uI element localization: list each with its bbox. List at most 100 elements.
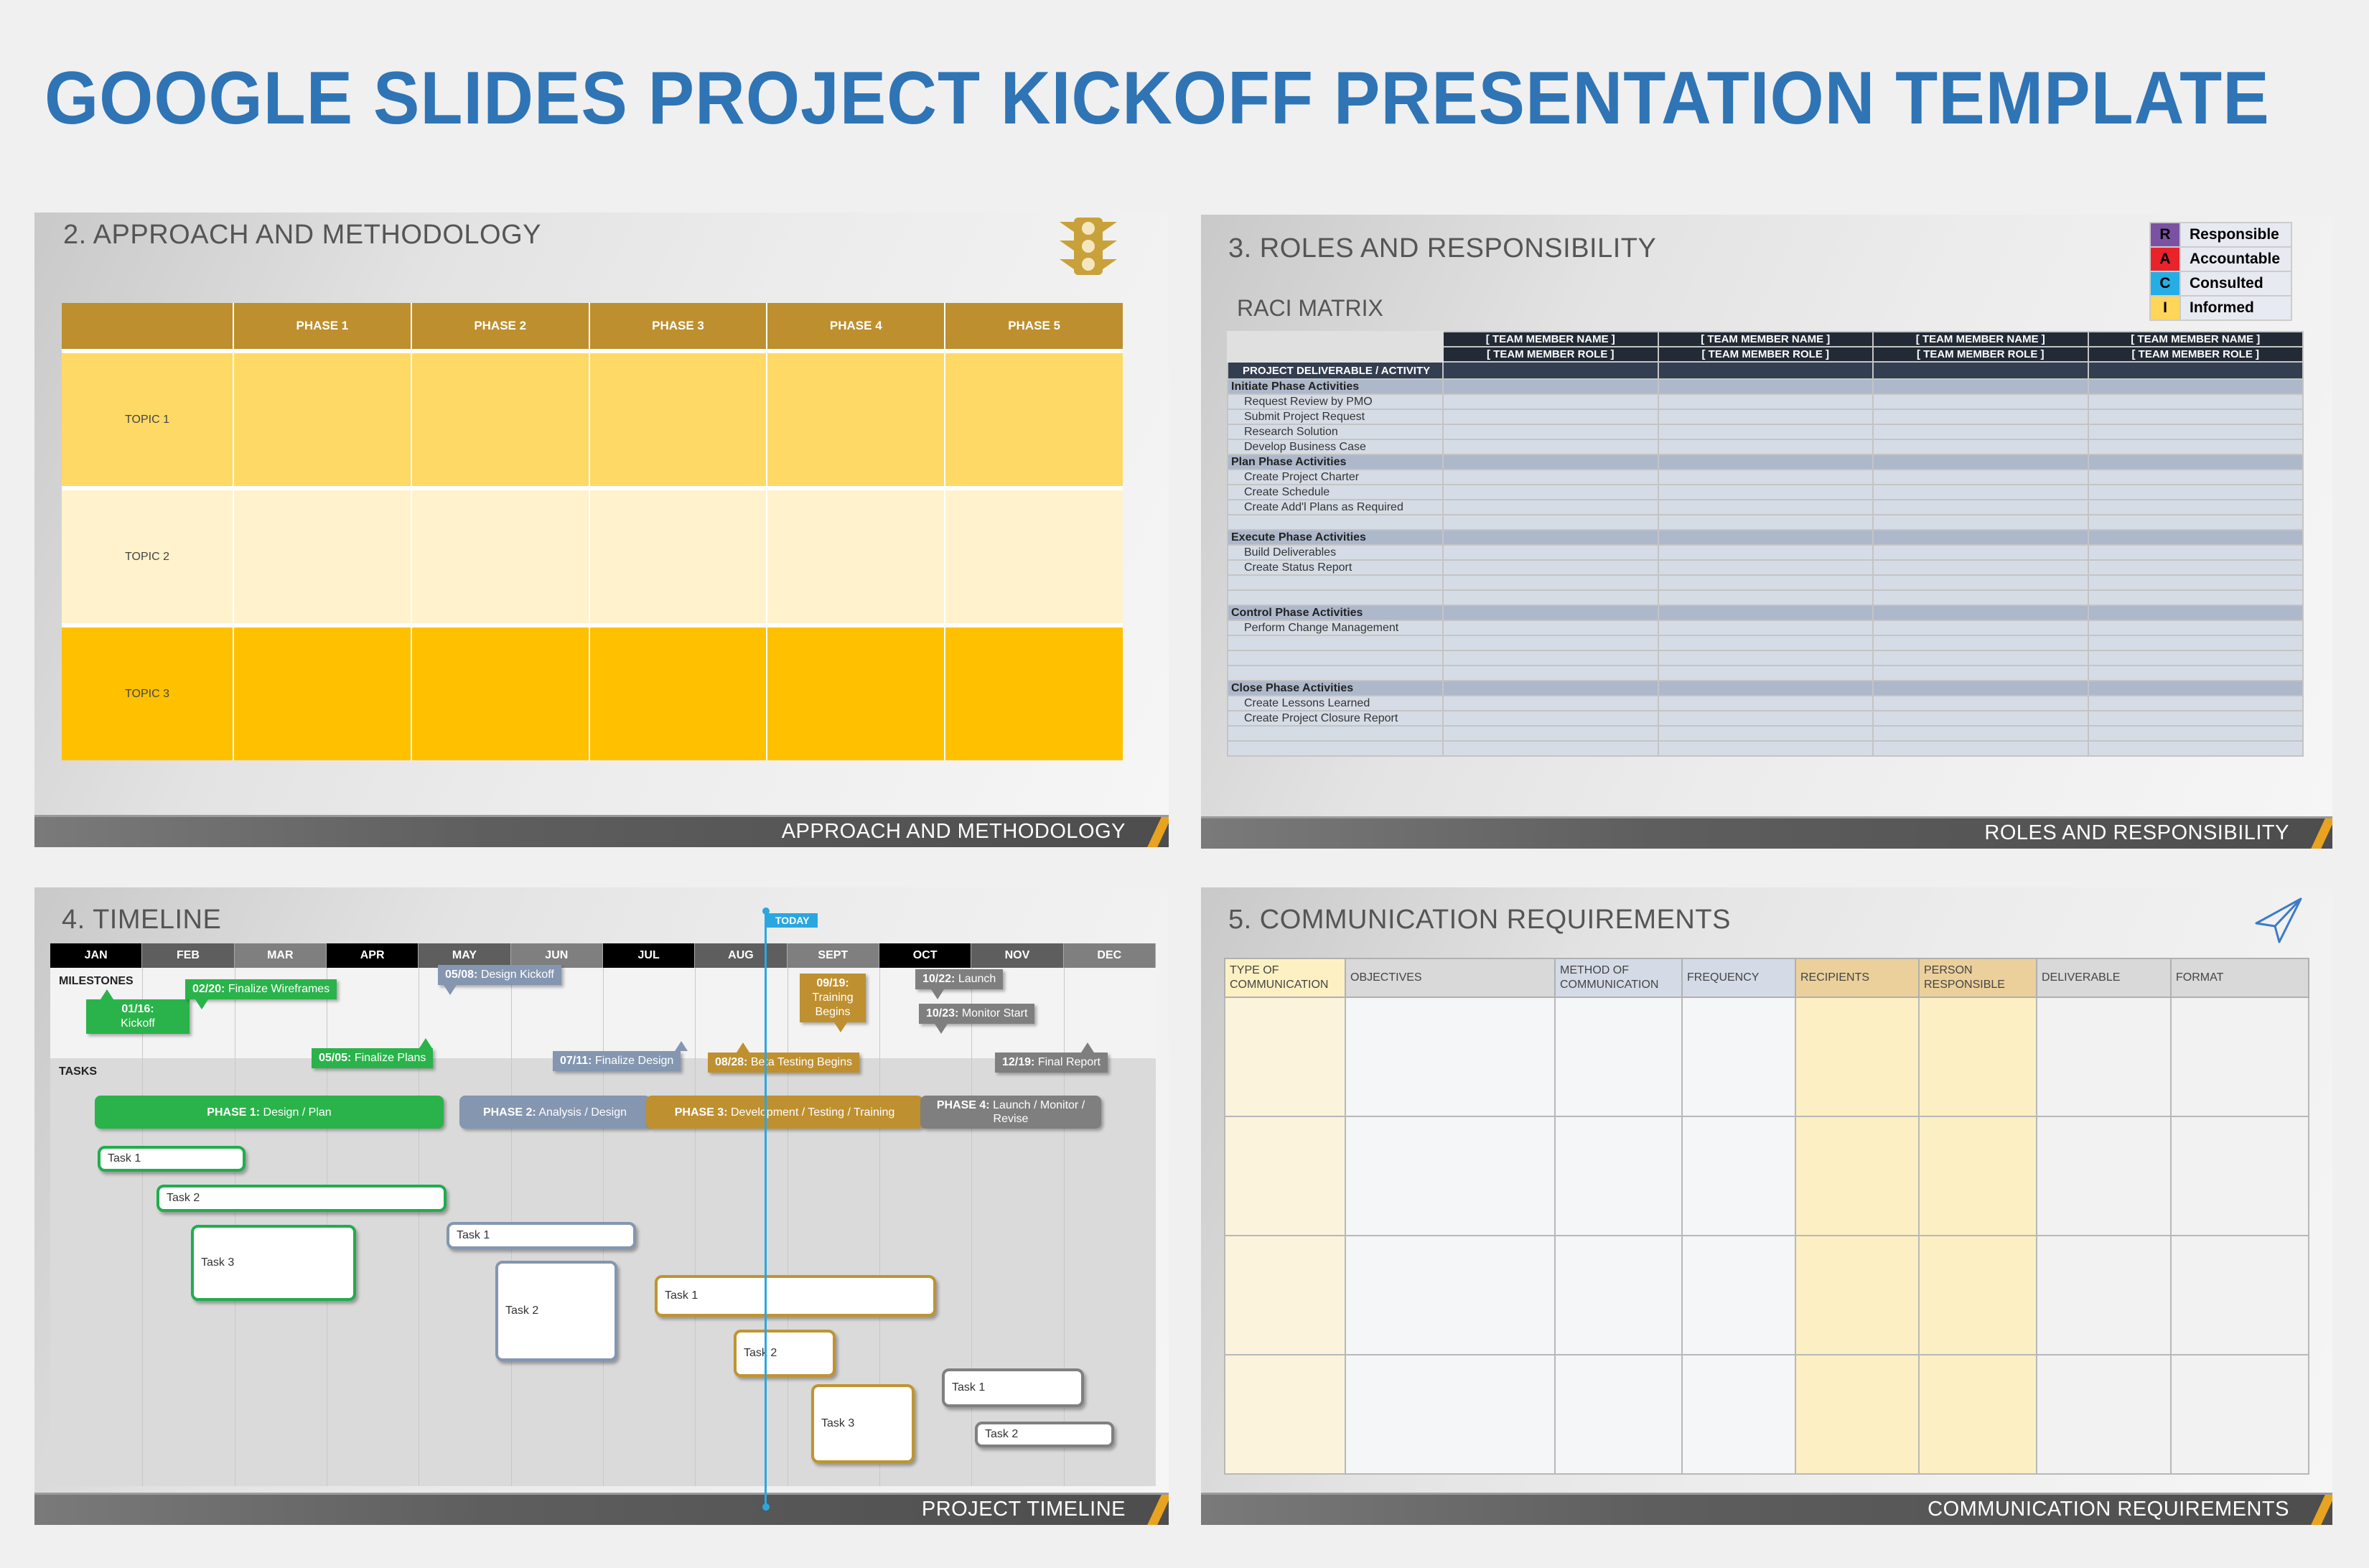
table-cell[interactable] <box>2036 1116 2172 1236</box>
table-cell[interactable] <box>233 349 411 488</box>
task-bar[interactable]: Task 2 <box>975 1422 1114 1447</box>
team-member-role[interactable]: [ TEAM MEMBER ROLE ] <box>1657 346 1874 363</box>
team-member-name[interactable]: [ TEAM MEMBER NAME ] <box>1657 331 1874 347</box>
raci-cell[interactable] <box>1872 469 2089 485</box>
table-cell[interactable] <box>2036 997 2172 1117</box>
table-cell[interactable] <box>1918 1354 2037 1475</box>
phase-bar[interactable]: PHASE 2: Analysis / Design <box>459 1096 650 1129</box>
raci-cell[interactable] <box>2087 454 2304 470</box>
raci-cell[interactable] <box>1442 559 1659 576</box>
table-cell[interactable] <box>2170 1354 2309 1475</box>
raci-cell[interactable] <box>2087 393 2304 410</box>
table-cell[interactable] <box>1918 1116 2037 1236</box>
raci-cell[interactable] <box>2087 378 2304 395</box>
raci-cell[interactable] <box>1442 740 1659 757</box>
table-cell[interactable] <box>2170 1116 2309 1236</box>
raci-cell[interactable] <box>1442 574 1659 591</box>
table-cell[interactable] <box>1681 1354 1796 1475</box>
table-cell[interactable] <box>766 349 945 488</box>
raci-cell[interactable] <box>1657 484 1874 500</box>
raci-cell[interactable] <box>1442 635 1659 651</box>
team-member-role[interactable]: [ TEAM MEMBER ROLE ] <box>1442 346 1659 363</box>
milestone-callout[interactable]: 10/22: Launch <box>915 969 1004 999</box>
raci-cell[interactable] <box>1872 665 2089 681</box>
raci-cell[interactable] <box>1657 454 1874 470</box>
raci-cell[interactable] <box>1657 469 1874 485</box>
raci-cell[interactable] <box>1657 439 1874 455</box>
raci-cell[interactable] <box>1657 725 1874 742</box>
raci-cell[interactable] <box>1872 409 2089 425</box>
raci-cell[interactable] <box>1657 393 1874 410</box>
table-cell[interactable] <box>410 486 589 625</box>
raci-cell[interactable] <box>1442 650 1659 666</box>
raci-cell[interactable] <box>1442 589 1659 606</box>
raci-cell[interactable] <box>1872 439 2089 455</box>
table-cell[interactable] <box>1554 997 1683 1117</box>
raci-cell[interactable] <box>1657 635 1874 651</box>
table-cell[interactable] <box>766 623 945 760</box>
milestone-callout[interactable]: 09/19: Training Begins <box>800 974 866 1032</box>
raci-cell[interactable] <box>2087 574 2304 591</box>
table-cell[interactable] <box>410 623 589 760</box>
raci-cell[interactable] <box>1872 740 2089 757</box>
raci-cell[interactable] <box>1872 574 2089 591</box>
raci-cell[interactable] <box>1442 680 1659 696</box>
table-cell[interactable] <box>1554 1116 1683 1236</box>
raci-cell[interactable] <box>2087 409 2304 425</box>
phase-bar[interactable]: PHASE 4: Launch / Monitor / Revise <box>920 1096 1101 1129</box>
table-cell[interactable] <box>1681 1235 1796 1355</box>
raci-cell[interactable] <box>1442 484 1659 500</box>
task-bar[interactable]: Task 2 <box>495 1261 617 1361</box>
raci-cell[interactable] <box>2087 605 2304 621</box>
raci-cell[interactable] <box>2087 665 2304 681</box>
raci-cell[interactable] <box>1442 514 1659 531</box>
raci-cell[interactable] <box>1872 710 2089 727</box>
raci-cell[interactable] <box>1657 529 1874 546</box>
raci-cell[interactable] <box>1442 469 1659 485</box>
milestone-callout[interactable]: 02/20: Finalize Wireframes <box>185 979 337 1009</box>
milestone-callout[interactable]: 01/16: Kickoff <box>86 989 190 1034</box>
raci-cell[interactable] <box>1442 454 1659 470</box>
milestone-callout[interactable]: 05/05: Finalize Plans <box>312 1038 434 1068</box>
raci-cell[interactable] <box>1872 620 2089 636</box>
milestone-callout[interactable]: 12/19: Final Report <box>995 1042 1108 1073</box>
today-marker-line[interactable] <box>765 912 767 1511</box>
table-cell[interactable] <box>1554 1235 1683 1355</box>
table-cell[interactable] <box>1224 1235 1346 1355</box>
raci-cell[interactable] <box>1872 544 2089 561</box>
raci-cell[interactable] <box>2087 439 2304 455</box>
table-cell[interactable] <box>1918 1235 2037 1355</box>
raci-cell[interactable] <box>2087 710 2304 727</box>
raci-cell[interactable] <box>2087 695 2304 711</box>
table-cell[interactable] <box>1345 1116 1556 1236</box>
raci-cell[interactable] <box>1442 605 1659 621</box>
table-cell[interactable] <box>588 349 767 488</box>
raci-cell[interactable] <box>2087 620 2304 636</box>
milestone-callout[interactable]: 08/28: Beta Testing Begins <box>708 1042 859 1073</box>
slide-timeline[interactable]: 4. TIMELINE JAN FEB MAR APR MAY JUN JUL AUG SEPT… <box>34 887 1169 1525</box>
table-cell[interactable] <box>1345 1354 1556 1475</box>
raci-cell[interactable] <box>1442 439 1659 455</box>
task-bar[interactable]: Task 2 <box>156 1185 447 1212</box>
raci-cell[interactable] <box>1657 589 1874 606</box>
slide-communication-requirements[interactable]: 5. COMMUNICATION REQUIREMENTS TYPE OF CO… <box>1201 887 2332 1525</box>
raci-cell[interactable] <box>1442 544 1659 561</box>
slide-roles-responsibility[interactable]: 3. ROLES AND RESPONSIBILITY R Responsible… <box>1201 215 2332 849</box>
raci-cell[interactable] <box>1872 529 2089 546</box>
team-member-name[interactable]: [ TEAM MEMBER NAME ] <box>1442 331 1659 347</box>
table-cell[interactable] <box>1681 1116 1796 1236</box>
today-marker-bottom-dot[interactable] <box>762 1503 770 1511</box>
raci-cell[interactable] <box>2087 725 2304 742</box>
raci-cell[interactable] <box>1442 529 1659 546</box>
raci-cell[interactable] <box>1657 378 1874 395</box>
table-cell[interactable] <box>1224 997 1346 1117</box>
phase-bar[interactable]: PHASE 1: Design / Plan <box>95 1096 444 1129</box>
raci-cell[interactable] <box>1657 650 1874 666</box>
raci-cell[interactable] <box>1872 454 2089 470</box>
table-cell[interactable] <box>766 486 945 625</box>
table-cell[interactable] <box>1224 1354 1346 1475</box>
raci-cell[interactable] <box>1657 409 1874 425</box>
table-cell[interactable] <box>233 486 411 625</box>
raci-cell[interactable] <box>1872 650 2089 666</box>
raci-cell[interactable] <box>1657 514 1874 531</box>
